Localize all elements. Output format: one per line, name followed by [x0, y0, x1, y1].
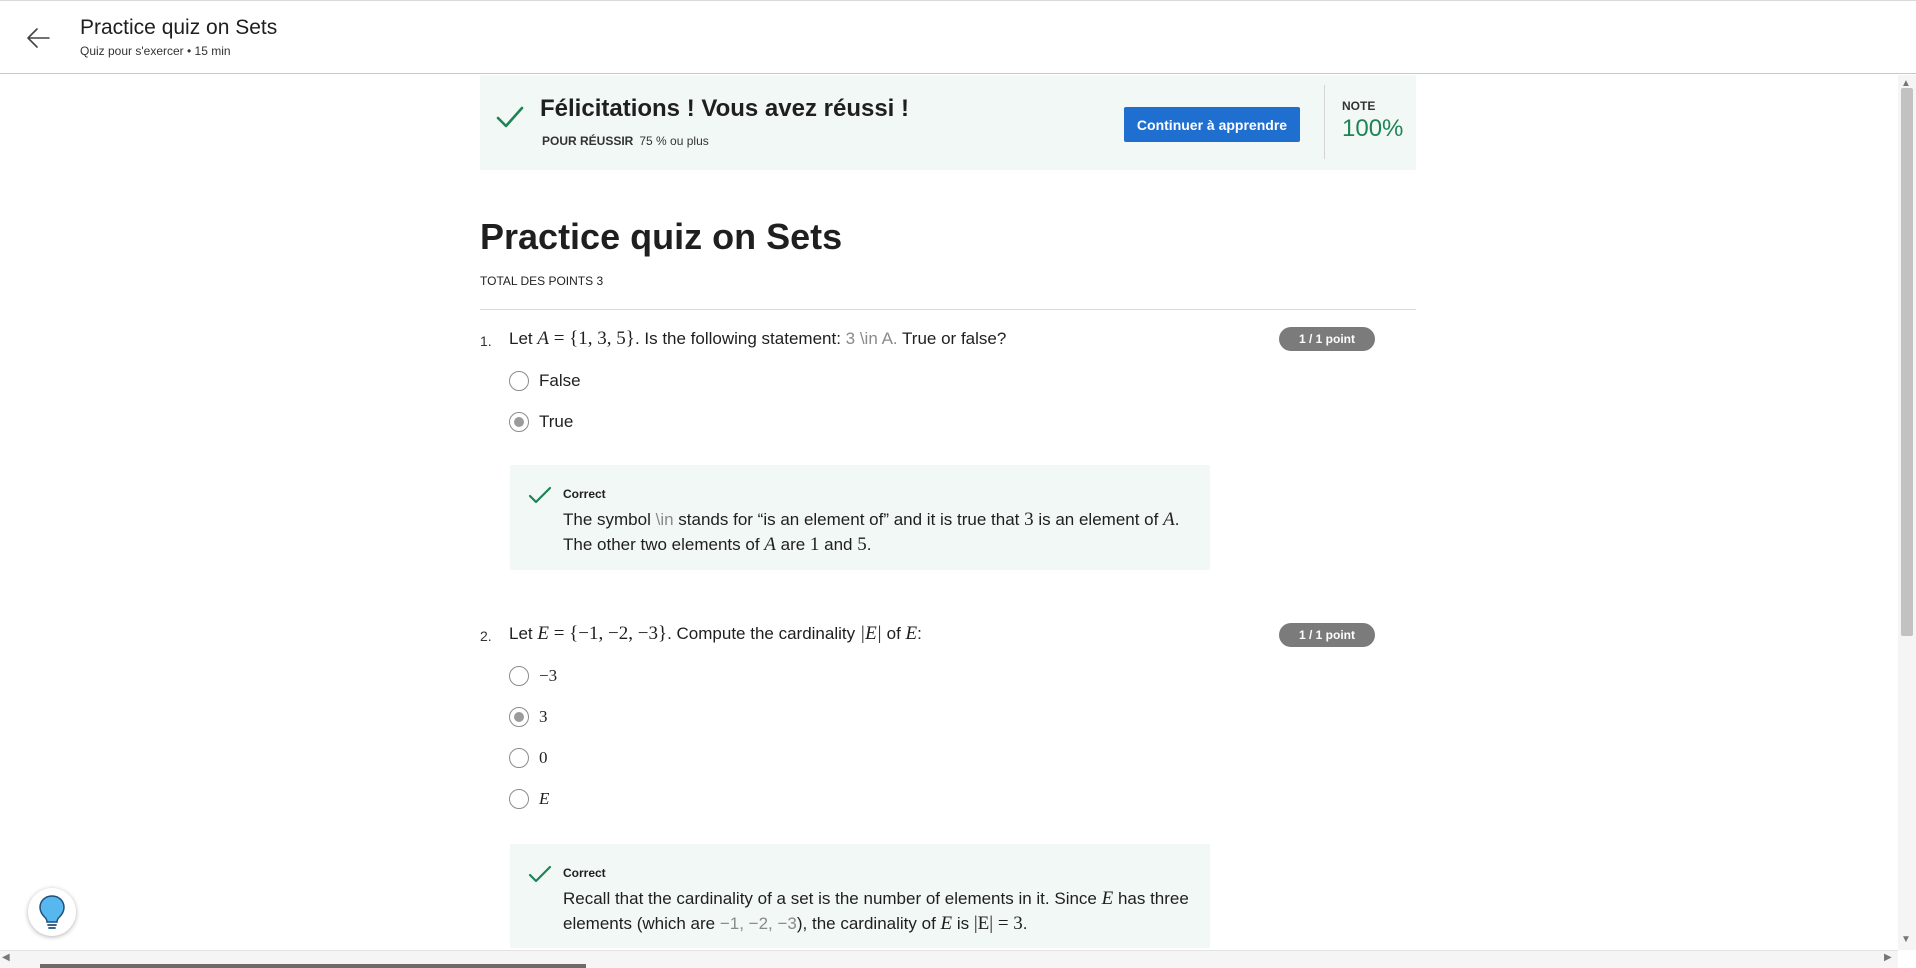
grade-label: NOTE — [1342, 99, 1376, 113]
option-label: 0 — [539, 748, 548, 767]
question-1-text: Let A = {1, 3, 5}. Is the following stat… — [509, 328, 1006, 350]
radio-button[interactable] — [509, 666, 529, 686]
question-1-option-true[interactable]: True — [509, 412, 573, 432]
feedback-raw-latex: \in — [655, 510, 674, 529]
check-icon — [528, 865, 552, 883]
question-2-option-3[interactable]: 3 — [509, 707, 548, 727]
feedback-part: and — [819, 535, 858, 554]
question-2-text: Let E = {−1, −2, −3}. Compute the cardin… — [509, 623, 922, 645]
question-2-number: 2. — [480, 628, 492, 644]
check-icon — [496, 106, 524, 128]
feedback-heading: Correct — [563, 866, 606, 880]
option-label: True — [539, 412, 574, 431]
feedback-math: 3 — [1024, 509, 1034, 530]
feedback-part: ), the cardinality of — [796, 914, 941, 933]
feedback-part: The other two elements of — [563, 535, 765, 554]
q2-text-part: Let — [509, 624, 538, 643]
scroll-right-icon[interactable]: ▶ — [1884, 952, 1892, 963]
q1-text-part: Let — [509, 329, 538, 348]
feedback-math: E — [940, 913, 953, 934]
divider — [480, 309, 1416, 310]
question-1-option-false[interactable]: False — [509, 371, 581, 391]
back-button[interactable] — [18, 21, 58, 55]
q2-math-cardinality: |E| — [859, 623, 882, 644]
scroll-left-icon[interactable]: ◀ — [2, 952, 10, 963]
feedback-part: elements (which are — [563, 914, 720, 933]
q1-text-part: True or false? — [897, 329, 1007, 348]
lightbulb-icon — [39, 895, 65, 929]
feedback-part: Recall that the cardinality of a set is … — [563, 889, 1102, 908]
q2-text-part: : — [917, 624, 922, 643]
option-label: E — [539, 789, 550, 808]
pass-value: 75 % ou plus — [639, 134, 709, 148]
vertical-scrollbar-thumb[interactable] — [1901, 88, 1913, 636]
feedback-part: are — [775, 535, 810, 554]
scroll-down-icon[interactable]: ▼ — [1901, 934, 1911, 945]
feedback-part: . — [866, 535, 872, 554]
feedback-part: is — [952, 914, 974, 933]
feedback-text: Recall that the cardinality of a set is … — [563, 886, 1193, 936]
header-title: Practice quiz on Sets — [80, 16, 278, 39]
radio-button-selected[interactable] — [509, 707, 529, 727]
option-label: 3 — [539, 707, 548, 726]
feedback-part: has three — [1113, 889, 1189, 908]
feedback-part: stands for “is an element of” and it is … — [673, 510, 1025, 529]
radio-button[interactable] — [509, 748, 529, 768]
question-2-option-e[interactable]: E — [509, 789, 549, 809]
feedback-math: |E| = 3 — [973, 913, 1023, 934]
feedback-math: A — [1163, 509, 1175, 530]
q1-raw-latex: 3 \in A. — [845, 329, 898, 348]
check-icon — [528, 486, 552, 504]
option-label: −3 — [539, 666, 558, 685]
feedback-math: E — [1101, 888, 1114, 909]
q1-text-part: . Is the following statement: — [634, 329, 846, 348]
help-button[interactable] — [28, 888, 76, 936]
top-header: Practice quiz on Sets Quiz pour s'exerce… — [0, 0, 1916, 74]
question-2-option-0[interactable]: 0 — [509, 748, 548, 768]
q1-math-var: A — [537, 328, 549, 349]
q2-math-set: = {−1, −2, −3} — [548, 623, 668, 644]
q2-math-var: E — [905, 623, 918, 644]
continue-learning-button[interactable]: Continuer à apprendre — [1124, 107, 1300, 142]
back-arrow-icon — [27, 28, 50, 48]
grade-value: 100% — [1342, 115, 1404, 142]
feedback-math: 5 — [857, 534, 867, 555]
question-1-feedback: Correct The symbol \in stands for “is an… — [510, 465, 1210, 570]
option-label: False — [539, 371, 581, 390]
quiz-title: Practice quiz on Sets — [480, 216, 843, 257]
feedback-heading: Correct — [563, 487, 606, 501]
horizontal-scrollbar-thumb[interactable] — [40, 964, 586, 968]
radio-button[interactable] — [509, 789, 529, 809]
question-1-points-badge: 1 / 1 point — [1279, 327, 1375, 351]
feedback-math: 1 — [809, 534, 820, 555]
header-subtitle: Quiz pour s'exercer • 15 min — [80, 44, 231, 58]
feedback-part: is an element of — [1033, 510, 1164, 529]
q2-text-part: . Compute the cardinality — [667, 624, 860, 643]
radio-button[interactable] — [509, 371, 529, 391]
banner-title: Félicitations ! Vous avez réussi ! — [540, 95, 909, 122]
banner-divider — [1324, 85, 1325, 159]
feedback-text: The symbol \in stands for “is an element… — [563, 507, 1193, 557]
total-points: TOTAL DES POINTS 3 — [480, 274, 604, 288]
pass-label: POUR RÉUSSIR — [542, 134, 634, 148]
feedback-math: A — [764, 534, 776, 555]
q2-text-part: of — [881, 624, 906, 643]
question-2-points-badge: 1 / 1 point — [1279, 623, 1375, 647]
q2-math-var: E — [537, 623, 549, 644]
question-2-feedback: Correct Recall that the cardinality of a… — [510, 844, 1210, 948]
question-1-number: 1. — [480, 333, 492, 349]
feedback-raw-latex: −1, −2, −3 — [719, 914, 797, 933]
q1-math-set: = {1, 3, 5} — [548, 328, 635, 349]
radio-button-selected[interactable] — [509, 412, 529, 432]
feedback-part: . — [1174, 510, 1180, 529]
success-banner: Félicitations ! Vous avez réussi ! POUR … — [480, 75, 1416, 170]
feedback-part: The symbol — [563, 510, 656, 529]
feedback-part: . — [1022, 914, 1028, 933]
pass-requirement: POUR RÉUSSIR 75 % ou plus — [542, 134, 709, 148]
question-2-option-neg3[interactable]: −3 — [509, 666, 557, 686]
